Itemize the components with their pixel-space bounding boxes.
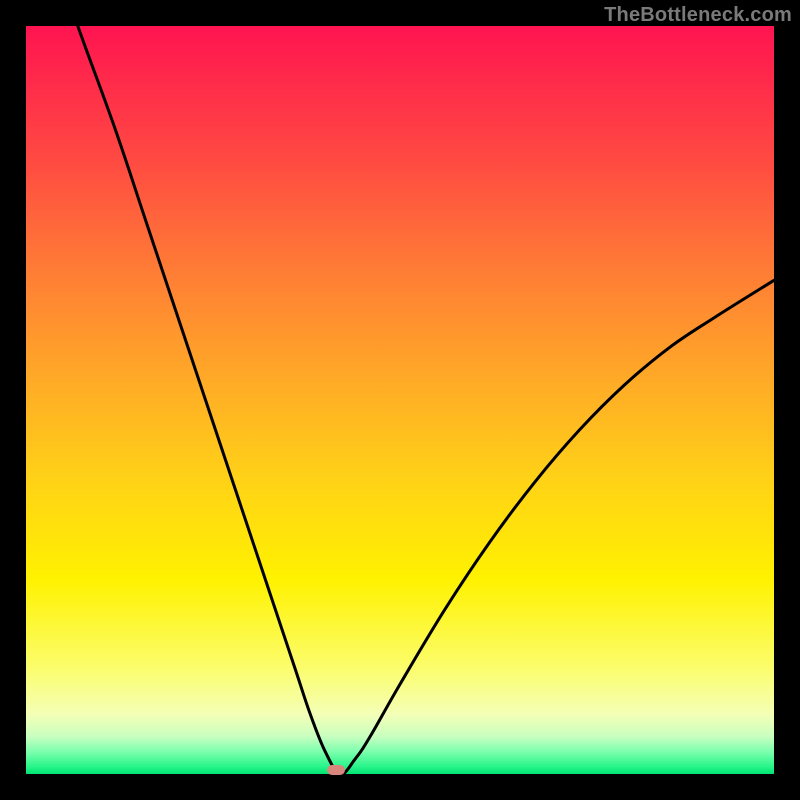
watermark-text: TheBottleneck.com: [604, 4, 792, 27]
chart-frame: TheBottleneck.com: [0, 0, 800, 800]
plot-area: [26, 26, 774, 774]
valley-marker: [327, 765, 345, 775]
bottleneck-curve: [26, 26, 774, 774]
